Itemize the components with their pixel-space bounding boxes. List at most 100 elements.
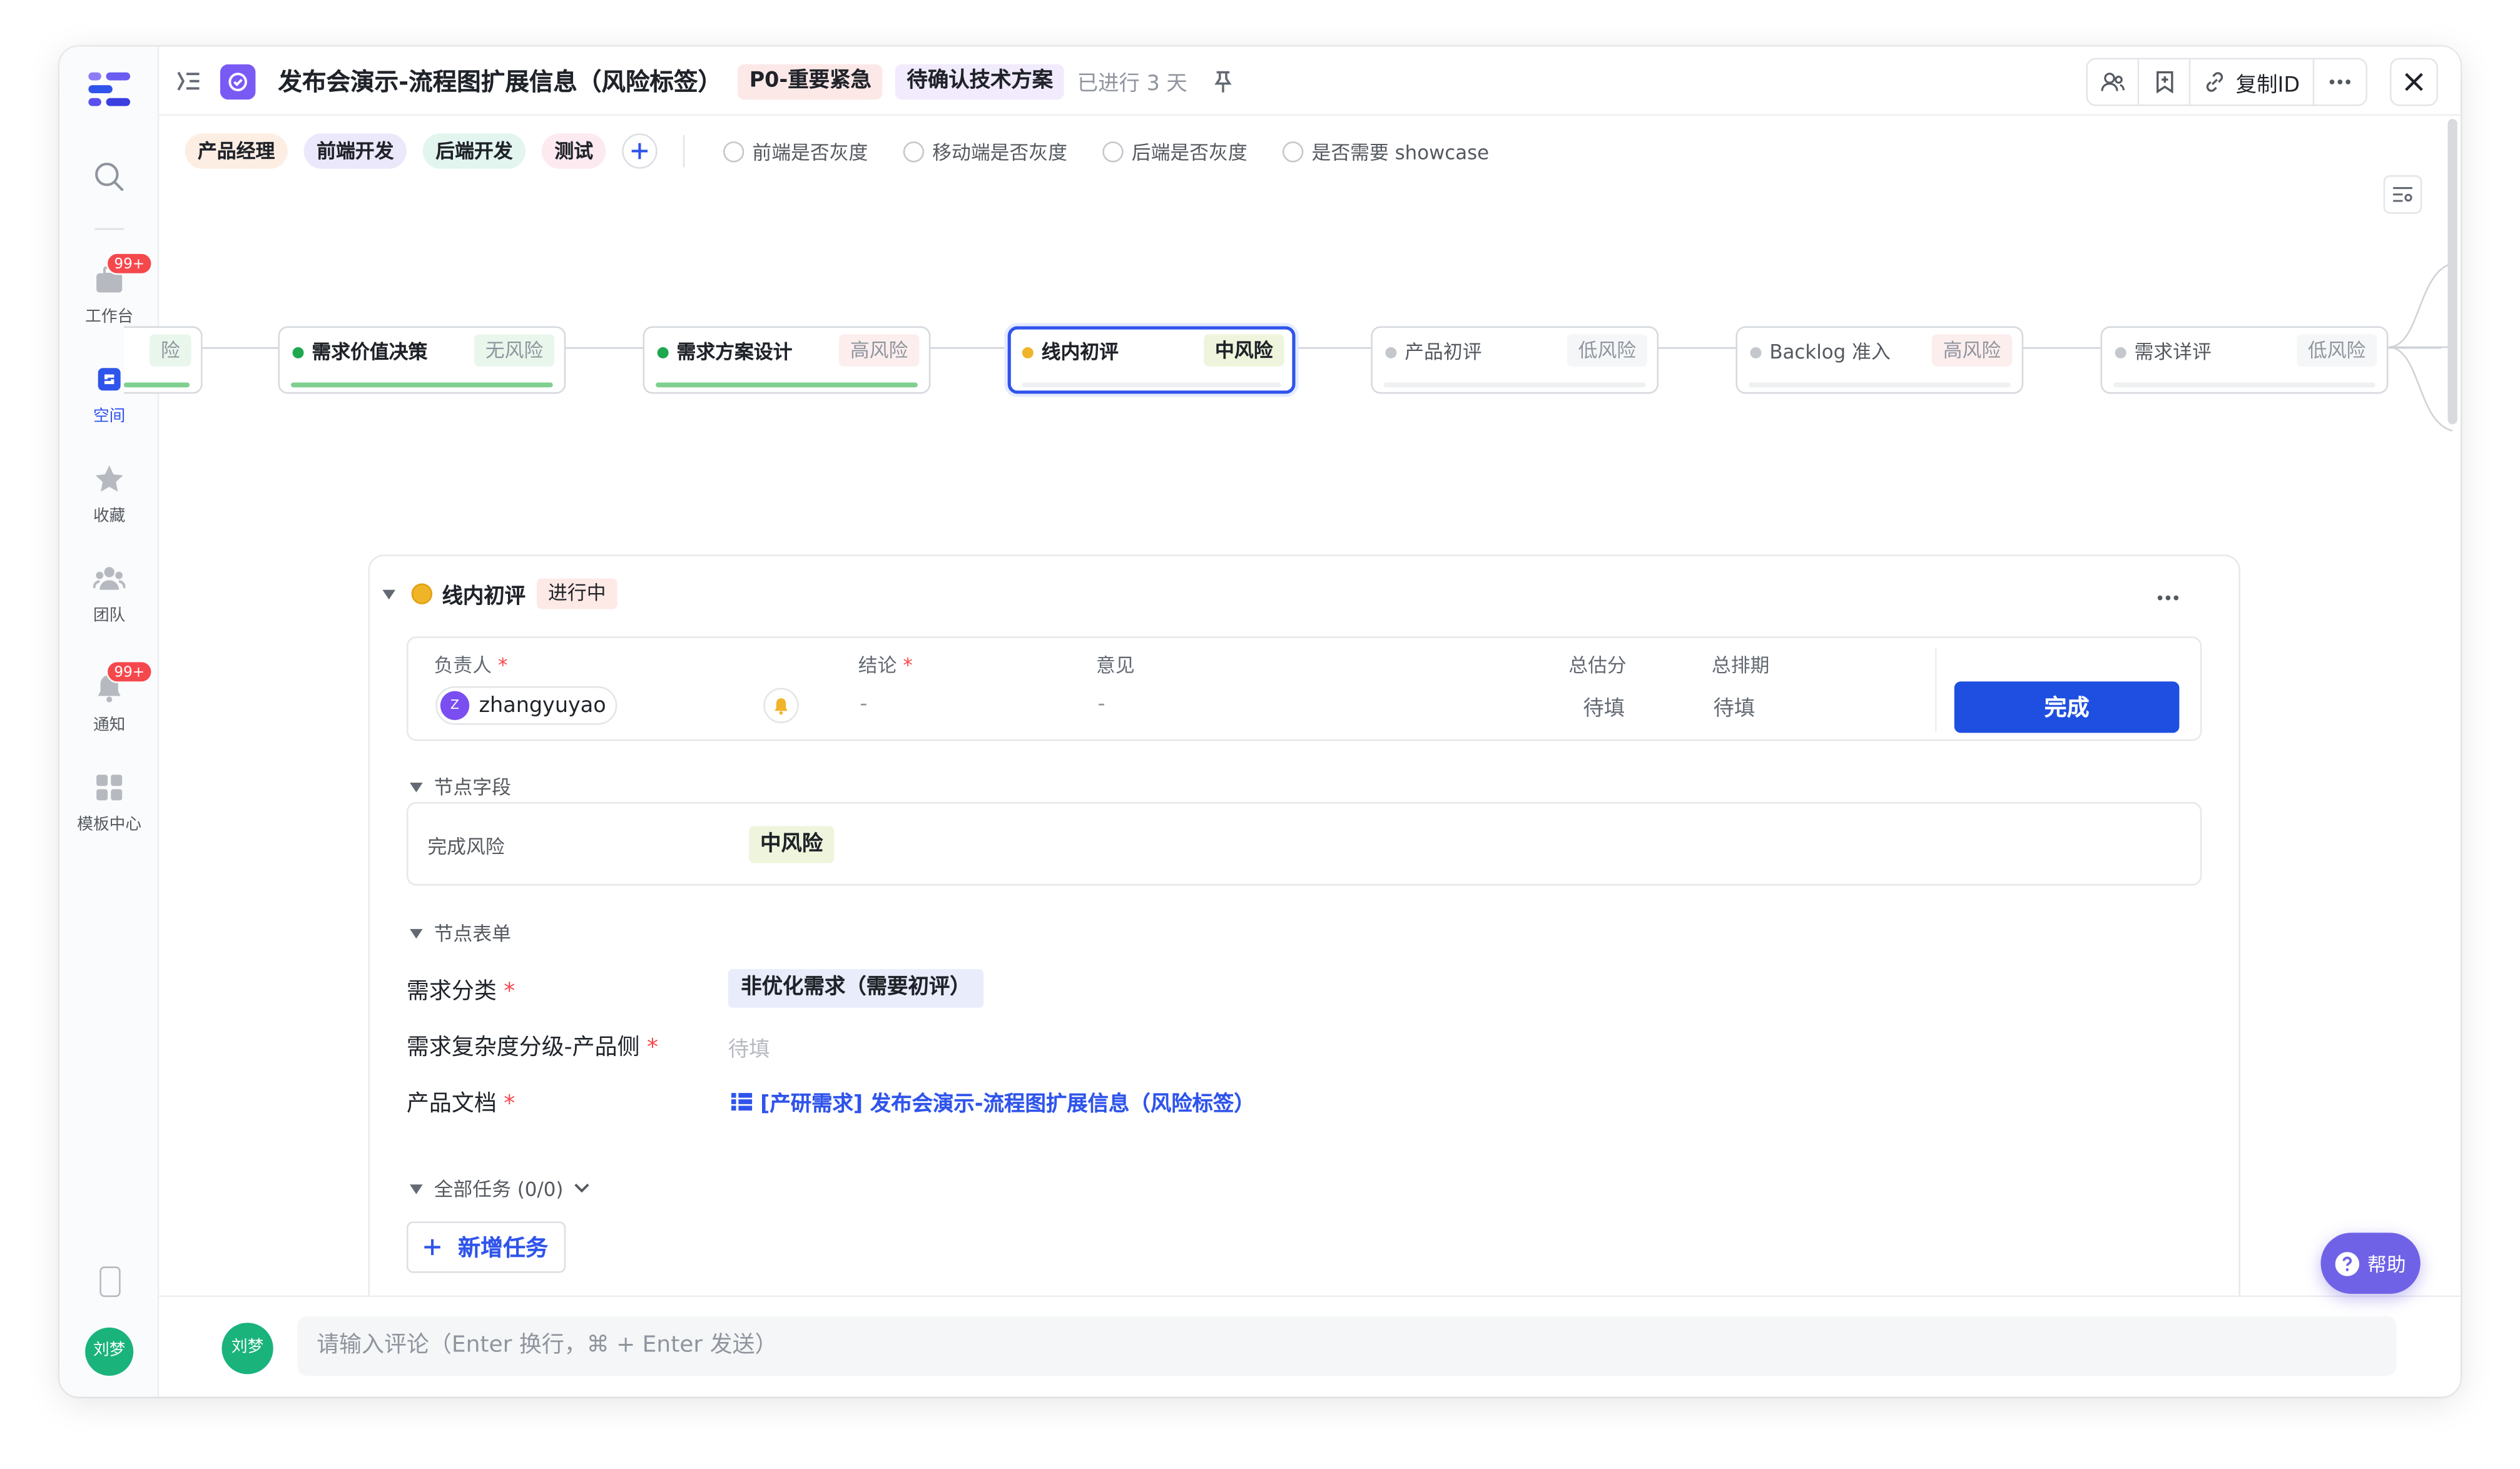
opinion-value[interactable]: - — [1098, 693, 1105, 717]
settings-list-icon — [2393, 187, 2412, 202]
collapse-panel-icon[interactable] — [177, 46, 201, 115]
node-form-section[interactable]: 节点表单 — [410, 919, 511, 947]
node-fields-section[interactable]: 节点字段 — [410, 773, 511, 801]
sidebar-item-label: 收藏 — [93, 507, 126, 526]
form-value-complexity[interactable]: 待填 — [728, 1032, 770, 1063]
total-score-value[interactable]: 待填 — [1583, 691, 1625, 722]
section-title: 节点表单 — [434, 922, 511, 945]
status-dot — [2115, 347, 2126, 358]
bookmark-button[interactable] — [2140, 59, 2191, 104]
progress-bar — [656, 382, 918, 388]
checkbox-label: 前端是否灰度 — [752, 140, 868, 163]
search-icon[interactable] — [93, 161, 125, 193]
sidebar-item-label: 空间 — [93, 408, 126, 426]
help-label: 帮助 — [2367, 1253, 2406, 1276]
node-label: 需求详评 — [2134, 340, 2212, 363]
checkbox-showcase[interactable]: 是否需要 showcase — [1283, 138, 1489, 165]
page-header: 发布会演示-流程图扩展信息（风险标签） P0-重要紧急 待确认技术方案 已进行 … — [159, 46, 2461, 116]
doc-list-icon — [731, 1092, 753, 1111]
checkbox[interactable] — [1283, 140, 1304, 162]
progress-bar — [2113, 382, 2375, 388]
progress-bar — [290, 382, 553, 388]
status-tag[interactable]: 待确认技术方案 — [895, 63, 1065, 99]
view-settings-button[interactable] — [2383, 175, 2422, 214]
help-button[interactable]: 帮助 — [2320, 1233, 2421, 1294]
comment-input[interactable]: 请输入评论（Enter 换行，⌘ + Enter 发送） — [297, 1316, 2397, 1376]
copy-id-label: 复制ID — [2235, 73, 2300, 98]
copy-id-button[interactable]: 复制ID — [2191, 59, 2315, 104]
complete-button[interactable]: 完成 — [1954, 681, 2180, 733]
checkbox-backend-gray[interactable]: 后端是否灰度 — [1102, 138, 1247, 165]
role-tag-qa[interactable]: 测试 — [541, 133, 606, 169]
node-label: 线内初评 — [1041, 340, 1119, 363]
scrollbar[interactable] — [2447, 119, 2457, 425]
node-fields-card: 完成风险 中风险 — [406, 801, 2202, 886]
role-tag-backend[interactable]: 后端开发 — [422, 133, 526, 169]
node-label: Backlog 准入 — [1769, 340, 1891, 363]
flow-node-detail-review[interactable]: 需求详评 低风险 — [2100, 326, 2389, 394]
form-label-category: 需求分类 * — [406, 978, 516, 1005]
form-value-category[interactable]: 非优化需求（需要初评） — [728, 969, 984, 1008]
flow-node-backlog[interactable]: Backlog 准入 高风险 — [1735, 326, 2024, 394]
sidebar-item-notifications[interactable]: 99+ 通知 — [59, 660, 159, 734]
sidebar-item-favorites[interactable]: 收藏 — [59, 463, 159, 526]
space-icon — [98, 368, 121, 391]
conclusion-value[interactable]: - — [860, 693, 867, 717]
tasks-section[interactable]: 全部任务 (0/0) — [410, 1175, 589, 1202]
product-doc-link[interactable]: [产研需求] 发布会演示-流程图扩展信息（风险标签） — [731, 1087, 1255, 1117]
avatar: 刘梦 — [221, 1323, 273, 1375]
checkbox[interactable] — [903, 140, 925, 162]
bell-icon — [775, 697, 788, 714]
flow-node-inline-review[interactable]: 线内初评 中风险 — [1007, 326, 1296, 394]
node-label: 产品初评 — [1405, 340, 1482, 363]
sidebar-item-label: 团队 — [93, 607, 126, 626]
priority-tag[interactable]: P0-重要紧急 — [738, 63, 883, 99]
collapse-caret-icon — [410, 1183, 423, 1194]
notification-badge: 99+ — [106, 660, 153, 683]
mobile-icon[interactable] — [99, 1266, 121, 1298]
pin-icon[interactable] — [1213, 70, 1232, 93]
sidebar-item-team[interactable]: 团队 — [59, 562, 159, 625]
more-button[interactable] — [2314, 59, 2365, 104]
sidebar-item-template-center[interactable]: 模板中心 — [59, 771, 159, 834]
app-logo[interactable] — [88, 72, 131, 108]
node-detail-panel: 线内初评 进行中 负责人 * Z zhangyuyao 结论 * - 意见 - … — [368, 554, 2241, 1326]
bookmark-icon — [2156, 71, 2173, 93]
add-task-button[interactable]: 新增任务 — [406, 1221, 566, 1273]
form-label-complexity: 需求复杂度分级-产品侧 * — [406, 1035, 659, 1061]
checkbox[interactable] — [723, 140, 744, 162]
close-button[interactable] — [2389, 58, 2439, 106]
checkbox-mobile-gray[interactable]: 移动端是否灰度 — [903, 138, 1067, 165]
avatar[interactable]: 刘梦 — [85, 1327, 134, 1376]
chevron-down-icon[interactable] — [573, 1183, 589, 1194]
risk-badge: 无风险 — [474, 334, 555, 367]
plus-icon — [424, 1239, 440, 1256]
sidebar-item-workbench[interactable]: 99+ 工作台 — [59, 252, 159, 326]
template-icon — [96, 775, 123, 801]
checkbox-frontend-gray[interactable]: 前端是否灰度 — [723, 138, 868, 165]
flow-node-solution-design[interactable]: 需求方案设计 高风险 — [643, 326, 931, 394]
risk-field-value[interactable]: 中风险 — [749, 826, 835, 863]
status-dot — [411, 583, 433, 604]
flow-node-partial[interactable]: 险 — [123, 326, 203, 394]
more-icon[interactable] — [2157, 594, 2179, 601]
node-info-card: 负责人 * Z zhangyuyao 结论 * - 意见 - 总估分 待填 总排… — [406, 636, 2202, 741]
node-label: 需求价值决策 — [312, 340, 428, 363]
owner-label: 负责人 * — [434, 654, 508, 677]
add-role-button[interactable] — [622, 133, 658, 169]
risk-badge: 低风险 — [2296, 334, 2377, 367]
collapse-caret-icon[interactable] — [382, 589, 395, 599]
total-schedule-value[interactable]: 待填 — [1713, 691, 1755, 722]
flow-node-product-review[interactable]: 产品初评 低风险 — [1371, 326, 1659, 394]
flow-branch-lines — [2388, 263, 2453, 432]
checkbox[interactable] — [1102, 140, 1124, 162]
members-button[interactable] — [2088, 59, 2140, 104]
owner-chip[interactable]: Z zhangyuyao — [435, 686, 617, 725]
flow-node-value-decision[interactable]: 需求价值决策 无风险 — [278, 326, 566, 394]
progress-bar — [1022, 382, 1281, 388]
collapse-caret-icon — [410, 781, 423, 792]
star-icon — [95, 465, 123, 492]
role-tag-frontend[interactable]: 前端开发 — [303, 133, 407, 169]
remind-button[interactable] — [763, 688, 799, 724]
role-tag-pm[interactable]: 产品经理 — [185, 133, 288, 169]
